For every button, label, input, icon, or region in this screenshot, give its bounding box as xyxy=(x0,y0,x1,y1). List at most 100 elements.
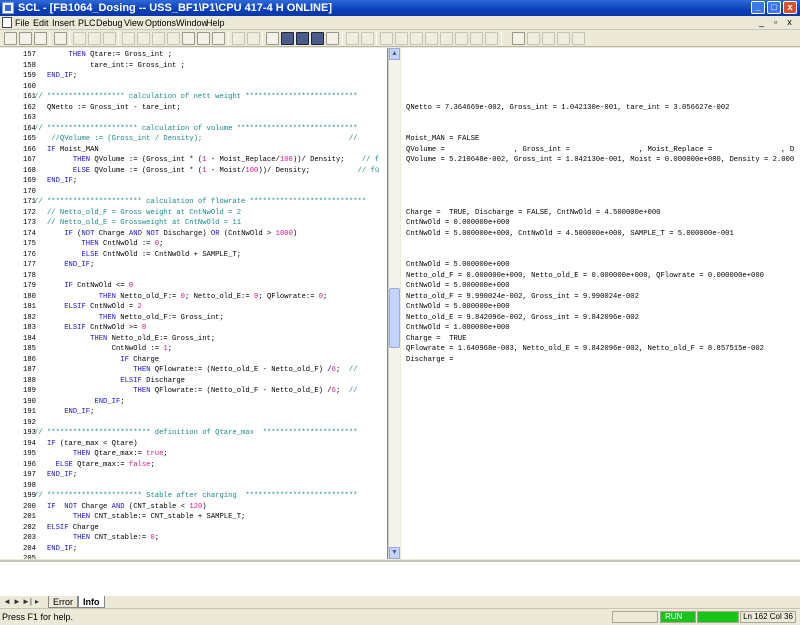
scroll-down-button[interactable]: ▼ xyxy=(389,547,400,559)
stop-icon[interactable] xyxy=(346,32,359,45)
code-line[interactable]: tare_int:= Gross_int ; xyxy=(34,61,185,71)
document-icon[interactable] xyxy=(2,17,12,28)
maximize-button[interactable]: □ xyxy=(767,1,781,14)
mdi-minimize-button[interactable]: _ xyxy=(756,17,767,28)
code-line[interactable]: ELSE QVolume := (Gross_int * (1 - Moist/… xyxy=(34,166,379,176)
monitor-on-icon[interactable] xyxy=(512,32,525,45)
tile-icon[interactable] xyxy=(311,32,324,45)
code-line[interactable]: // ****************** calculation of net… xyxy=(34,92,358,102)
debug-step-over-icon[interactable] xyxy=(410,32,423,45)
debug-stack-icon[interactable] xyxy=(485,32,498,45)
code-line[interactable]: END_IF; xyxy=(34,176,77,186)
code-line[interactable]: //QVolume := (Gross_int / Density); // xyxy=(34,134,357,144)
code-line[interactable]: IF NOT Charge AND (CNT_stable < 120) xyxy=(34,502,207,512)
code-line[interactable]: CntNwOld := 1; xyxy=(34,344,172,354)
tab-first-icon[interactable]: ▸ xyxy=(32,597,42,607)
code-line[interactable]: END_IF; xyxy=(34,260,94,270)
redo-icon[interactable] xyxy=(137,32,150,45)
paste-icon[interactable] xyxy=(103,32,116,45)
monitor-icon[interactable] xyxy=(212,32,225,45)
step-icon[interactable] xyxy=(361,32,374,45)
scroll-thumb[interactable] xyxy=(389,288,400,348)
code-line[interactable]: THEN Qtare:= Gross_int ; xyxy=(34,50,173,60)
code-line[interactable]: IF CntNwOld <= 0 xyxy=(34,281,133,291)
code-line[interactable]: ELSE Qtare_max:= false; xyxy=(34,460,155,470)
code-line[interactable]: // Netto_old_E = Grossweight at CntNwOld… xyxy=(34,218,241,228)
menu-help[interactable]: Help xyxy=(206,16,225,30)
new-icon[interactable] xyxy=(4,32,17,45)
debug-breakpoint-icon[interactable] xyxy=(440,32,453,45)
find-icon[interactable] xyxy=(152,32,165,45)
replace-icon[interactable] xyxy=(167,32,180,45)
code-line[interactable]: END_IF; xyxy=(34,407,94,417)
mdi-restore-button[interactable]: ▫ xyxy=(770,17,781,28)
indent-icon[interactable] xyxy=(232,32,245,45)
tab-error[interactable]: Error xyxy=(48,596,78,608)
debug-step-out-icon[interactable] xyxy=(425,32,438,45)
code-line[interactable]: // ********************** Stable after c… xyxy=(34,491,358,501)
code-line[interactable]: QNetto := Gross_int - tare_int; xyxy=(34,103,181,113)
code-line[interactable]: IF (NOT Charge AND NOT Discharge) OR (Cn… xyxy=(34,229,297,239)
menu-plc[interactable]: PLC xyxy=(78,16,96,30)
code-line[interactable]: THEN Netto_old_E:= Gross_int; xyxy=(34,334,215,344)
print-icon[interactable] xyxy=(54,32,67,45)
help-icon[interactable] xyxy=(572,32,585,45)
code-line[interactable]: IF Charge xyxy=(34,355,159,365)
menu-window[interactable]: Window xyxy=(176,16,208,30)
code-line[interactable]: IF (tare_max < Qtare) xyxy=(34,439,138,449)
code-line[interactable]: // ********************* calculation of … xyxy=(34,124,358,134)
monitor-settings-icon[interactable] xyxy=(542,32,555,45)
code-line[interactable]: ELSIF CntNwOld >= 8 xyxy=(34,323,146,333)
split-icon[interactable] xyxy=(296,32,309,45)
monitor-refresh-icon[interactable] xyxy=(557,32,570,45)
code-line[interactable]: THEN QVolume := (Gross_int * (1 - Moist_… xyxy=(34,155,379,165)
save-icon[interactable] xyxy=(34,32,47,45)
menu-options[interactable]: Options xyxy=(145,16,176,30)
code-line[interactable]: THEN CNT_stable:= CNT_stable + SAMPLE_T; xyxy=(34,512,246,522)
menu-file[interactable]: File xyxy=(15,16,30,30)
debug-clear-icon[interactable] xyxy=(455,32,468,45)
code-line[interactable]: END_IF; xyxy=(34,397,124,407)
menu-view[interactable]: View xyxy=(124,16,143,30)
cut-icon[interactable] xyxy=(73,32,86,45)
open-icon[interactable] xyxy=(19,32,32,45)
code-line[interactable]: THEN Qtare_max:= true; xyxy=(34,449,168,459)
code-line[interactable]: IF Moist_MAN xyxy=(34,145,99,155)
minimize-button[interactable]: _ xyxy=(751,1,765,14)
code-line[interactable]: END_IF; xyxy=(34,544,77,554)
code-line[interactable]: ELSIF Charge xyxy=(34,523,99,533)
tab-info[interactable]: Info xyxy=(78,596,105,608)
cascade-icon[interactable] xyxy=(326,32,339,45)
mdi-close-button[interactable]: x xyxy=(784,17,795,28)
editor-scrollbar[interactable]: ▲ ▼ xyxy=(388,48,400,559)
monitor-off-icon[interactable] xyxy=(527,32,540,45)
tab-scroll-right-icon[interactable]: ► xyxy=(12,597,22,607)
code-editor[interactable]: 157 THEN Qtare:= Gross_int ; 158 tare_int… xyxy=(0,48,388,559)
scroll-up-button[interactable]: ▲ xyxy=(389,48,400,60)
compile-icon[interactable] xyxy=(182,32,195,45)
code-line[interactable]: END_IF; xyxy=(34,71,77,81)
code-line[interactable]: // ************************ definition o… xyxy=(34,428,358,438)
breakpoint-icon[interactable] xyxy=(266,32,279,45)
tab-scroll-left-icon[interactable]: ◄ xyxy=(2,597,12,607)
copy-icon[interactable] xyxy=(88,32,101,45)
code-line[interactable]: // ********************** calculation of… xyxy=(34,197,366,207)
menu-debug[interactable]: Debug xyxy=(96,16,123,30)
window-layout-icon[interactable] xyxy=(281,32,294,45)
code-line[interactable]: ELSIF Discharge xyxy=(34,376,185,386)
code-line[interactable]: THEN CNT_stable:= 0; xyxy=(34,533,159,543)
undo-icon[interactable] xyxy=(122,32,135,45)
code-line[interactable]: END_IF; xyxy=(34,470,77,480)
code-line[interactable]: THEN CntNwOld := 0; xyxy=(34,239,163,249)
tab-last-icon[interactable]: ►| xyxy=(22,597,32,607)
code-line[interactable]: ELSE CntNwOld := CntNwOld + SAMPLE_T; xyxy=(34,250,241,260)
code-line[interactable]: THEN QFlowrate:= (Netto_old_F - Netto_ol… xyxy=(34,386,357,396)
outdent-icon[interactable] xyxy=(247,32,260,45)
monitor-output-pane[interactable]: QNetto = 7.364669e-002, Gross_int = 1.04… xyxy=(401,48,800,559)
menu-insert[interactable]: Insert xyxy=(52,16,75,30)
debug-watch-icon[interactable] xyxy=(470,32,483,45)
download-icon[interactable] xyxy=(197,32,210,45)
menu-edit[interactable]: Edit xyxy=(33,16,49,30)
code-line[interactable]: THEN Netto_old_F:= 0; Netto_old_E:= 0; Q… xyxy=(34,292,328,302)
code-line[interactable]: ELSIF CntNwOld = 2 xyxy=(34,302,142,312)
